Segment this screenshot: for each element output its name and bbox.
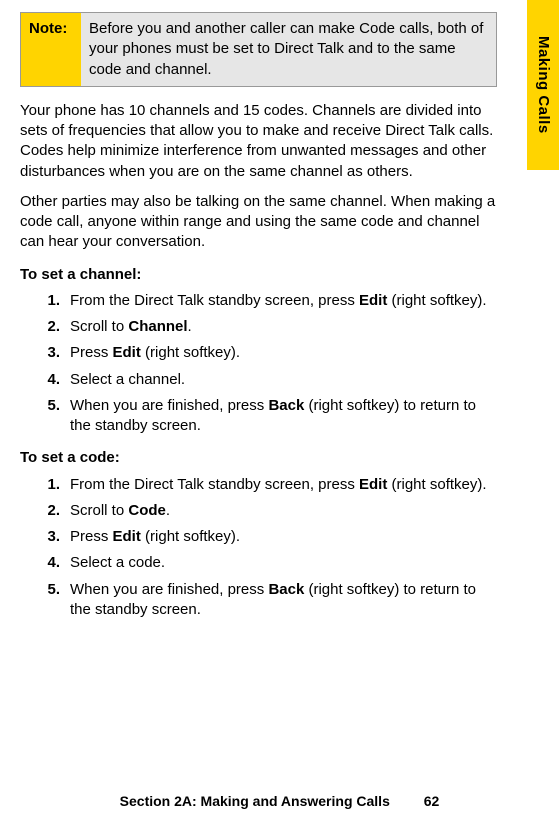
step: 2. Scroll to Channel.: [20, 317, 500, 337]
code-steps: 1. From the Direct Talk standby screen, p…: [20, 475, 500, 621]
step-bold: Back: [268, 397, 304, 414]
step-text: Scroll to Code.: [70, 501, 500, 521]
step: 4. Select a channel.: [20, 370, 500, 390]
step-text: Scroll to Channel.: [70, 317, 500, 337]
step: 1. From the Direct Talk standby screen, p…: [20, 291, 500, 311]
footer-page: 62: [424, 792, 440, 811]
step-number: 2.: [38, 317, 60, 337]
note-label: Note:: [21, 13, 81, 86]
step-number: 5.: [38, 580, 60, 621]
step-bold: Edit: [359, 292, 387, 309]
step-number: 1.: [38, 291, 60, 311]
side-tab-label: Making Calls: [533, 36, 553, 134]
step-number: 3.: [38, 527, 60, 547]
channel-steps: 1. From the Direct Talk standby screen, p…: [20, 291, 500, 437]
step-number: 1.: [38, 475, 60, 495]
step-number: 3.: [38, 343, 60, 363]
step-text: From the Direct Talk standby screen, pre…: [70, 291, 500, 311]
step-bold: Code: [128, 502, 166, 519]
step-text: Press Edit (right softkey).: [70, 527, 500, 547]
side-tab: Making Calls: [527, 0, 559, 170]
page-content: Note: Before you and another caller can …: [0, 0, 520, 620]
code-heading: To set a code:: [20, 448, 500, 468]
step-text: Select a code.: [70, 553, 500, 573]
paragraph-1: Your phone has 10 channels and 15 codes.…: [20, 101, 500, 182]
step-bold: Edit: [113, 528, 141, 545]
paragraph-2: Other parties may also be talking on the…: [20, 192, 500, 253]
step-text: When you are finished, press Back (right…: [70, 580, 500, 621]
step-number: 4.: [38, 370, 60, 390]
step: 4. Select a code.: [20, 553, 500, 573]
step: 1. From the Direct Talk standby screen, p…: [20, 475, 500, 495]
footer: Section 2A: Making and Answering Calls 6…: [0, 792, 559, 811]
step-text: Select a channel.: [70, 370, 500, 390]
footer-section: Section 2A: Making and Answering Calls: [120, 793, 390, 809]
step: 3. Press Edit (right softkey).: [20, 527, 500, 547]
step-bold: Back: [268, 581, 304, 598]
step-text: From the Direct Talk standby screen, pre…: [70, 475, 500, 495]
step-bold: Channel: [128, 318, 187, 335]
step-number: 5.: [38, 396, 60, 437]
step-text: When you are finished, press Back (right…: [70, 396, 500, 437]
step-number: 2.: [38, 501, 60, 521]
step-bold: Edit: [113, 344, 141, 361]
note-box: Note: Before you and another caller can …: [20, 12, 497, 87]
step-number: 4.: [38, 553, 60, 573]
step: 5.When you are finished, press Back (rig…: [20, 580, 500, 621]
step-text: Press Edit (right softkey).: [70, 343, 500, 363]
step: 5.When you are finished, press Back (rig…: [20, 396, 500, 437]
note-text: Before you and another caller can make C…: [81, 13, 496, 86]
step-bold: Edit: [359, 476, 387, 493]
step: 3. Press Edit (right softkey).: [20, 343, 500, 363]
channel-heading: To set a channel:: [20, 265, 500, 285]
step: 2. Scroll to Code.: [20, 501, 500, 521]
